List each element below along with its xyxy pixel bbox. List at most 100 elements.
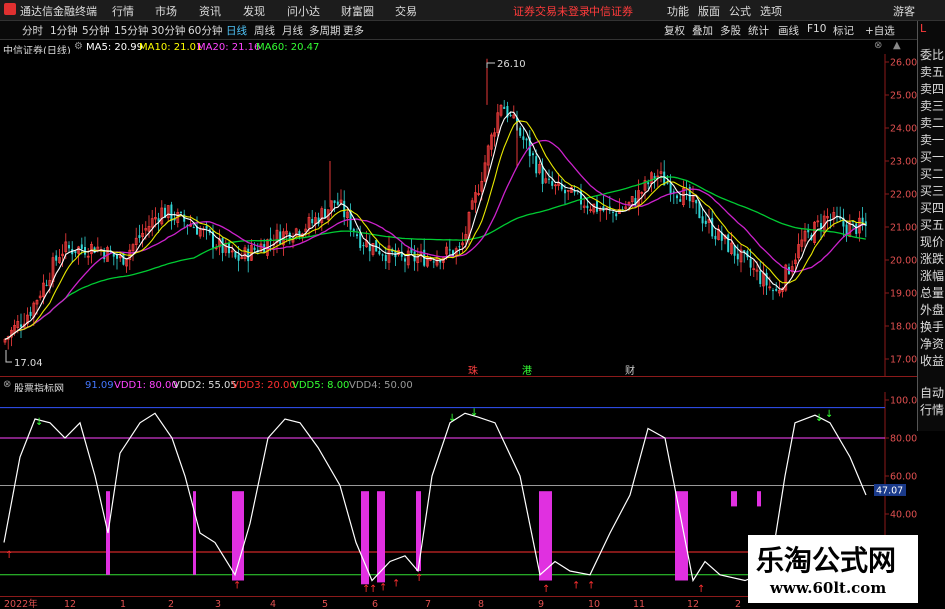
- watermark-title: 乐淘公式网: [756, 544, 897, 577]
- watermark-logo: 乐淘公式网 www.60lt.com: [748, 535, 918, 603]
- candle: [499, 103, 503, 118]
- event-marker-2[interactable]: 港: [522, 365, 532, 376]
- ma5-value: MA5: 20.99: [86, 42, 144, 53]
- price-tick: 22.00: [890, 190, 917, 201]
- tool-add-watchlist[interactable]: +自选: [865, 23, 895, 38]
- tab-daily[interactable]: 日线: [226, 23, 247, 38]
- panel-item-change[interactable]: 涨跌: [920, 253, 945, 265]
- ma60-value: MA60: 20.47: [256, 42, 320, 53]
- tab-1min[interactable]: 1分钟: [50, 23, 78, 38]
- panel-item-change-pct[interactable]: 涨幅: [920, 270, 945, 282]
- price-tick: 19.00: [890, 289, 917, 300]
- x-label-8: 8: [478, 599, 484, 609]
- panel-item-earnings[interactable]: 收益: [920, 355, 945, 367]
- panel-item-bid-ratio[interactable]: 委比: [920, 49, 945, 61]
- collapse-icon[interactable]: ▲: [893, 40, 901, 51]
- menu-function[interactable]: 功能: [667, 3, 689, 19]
- sell-arrow: ↓: [825, 409, 833, 420]
- menu-market-quotes[interactable]: 行情: [112, 3, 134, 19]
- ma20-value: MA20: 21.16: [197, 42, 261, 53]
- x-label-3: 3: [215, 599, 221, 609]
- x-label-2: 2: [168, 599, 174, 609]
- menu-ask[interactable]: 问小达: [287, 3, 320, 19]
- menu-wealth[interactable]: 财富圈: [341, 3, 374, 19]
- panel-item-ask1[interactable]: 卖一: [920, 134, 945, 146]
- sell-arrow: ↓: [35, 417, 43, 428]
- buy-arrow: ↑: [587, 580, 595, 591]
- current-value: 47.07: [876, 486, 903, 497]
- panel-item-turnover[interactable]: 换手: [920, 321, 945, 333]
- tab-monthly[interactable]: 月线: [282, 23, 303, 38]
- panel-quote[interactable]: 行情: [920, 404, 945, 416]
- panel-item-bid5[interactable]: 买五: [920, 219, 945, 231]
- tab-timeshare[interactable]: 分时: [22, 23, 43, 38]
- menu-news[interactable]: 资讯: [199, 3, 221, 19]
- panel-item-ask2[interactable]: 卖二: [920, 117, 945, 129]
- panel-item-bid3[interactable]: 买三: [920, 185, 945, 197]
- tab-multi-period[interactable]: 多周期: [309, 23, 341, 38]
- close-icon[interactable]: ⊗: [874, 40, 882, 51]
- buy-arrow: ↑: [392, 579, 400, 590]
- tool-restore-rights[interactable]: 复权: [664, 23, 685, 38]
- tab-60min[interactable]: 60分钟: [188, 23, 222, 38]
- panel-item-ask3[interactable]: 卖三: [920, 100, 945, 112]
- panel-item-ask5[interactable]: 卖五: [920, 66, 945, 78]
- login-notice[interactable]: 证券交易未登录: [513, 3, 590, 19]
- indicator-tick: 40.00: [890, 510, 917, 521]
- sell-arrow: ↓: [470, 407, 478, 418]
- menu-options[interactable]: 选项: [760, 3, 782, 19]
- period-tab-bar: 分时 1分钟 5分钟 15分钟 30分钟 60分钟 日线 周线 月线 多周期 更…: [0, 21, 945, 40]
- panel-item-bid2[interactable]: 买二: [920, 168, 945, 180]
- app-title: 通达信金融终端: [20, 5, 97, 18]
- signal-bar: [731, 491, 737, 507]
- guest-label[interactable]: 游客: [893, 3, 915, 19]
- price-tick: 21.00: [890, 223, 917, 234]
- menu-discover[interactable]: 发现: [243, 3, 265, 19]
- indicator-vdd1: VDD1: 80.00: [114, 380, 178, 391]
- panel-item-price[interactable]: 现价: [920, 236, 945, 248]
- tab-more[interactable]: 更多: [343, 23, 364, 38]
- panel-item-bid1[interactable]: 买一: [920, 151, 945, 163]
- event-marker-3[interactable]: 财: [625, 364, 635, 376]
- x-label-10: 10: [588, 599, 600, 609]
- candlestick-chart[interactable]: 26.00 25.00 24.00 23.00 22.00 21.00 20.00 19.00…: [0, 54, 917, 376]
- menu-formula[interactable]: 公式: [729, 3, 751, 19]
- tool-statistics[interactable]: 统计: [748, 23, 769, 38]
- menu-trade[interactable]: 交易: [395, 3, 417, 19]
- watermark-url: www.60lt.com: [770, 579, 887, 597]
- tool-overlay[interactable]: 叠加: [692, 23, 713, 38]
- indicator-v0: 91.09: [85, 380, 114, 391]
- price-tick: 23.00: [890, 157, 917, 168]
- tool-f10[interactable]: F10: [807, 23, 826, 35]
- event-marker-1[interactable]: 珠: [468, 364, 478, 376]
- panel-item-net-assets[interactable]: 净资: [920, 338, 945, 350]
- panel-item-outer-volume[interactable]: 外盘: [920, 304, 945, 316]
- settings-icon[interactable]: ⚙: [74, 41, 83, 52]
- indicator-icon[interactable]: ⊗: [3, 379, 11, 390]
- buy-arrow: ↑: [233, 580, 241, 591]
- indicator-tick: 80.00: [890, 434, 917, 445]
- tool-mark[interactable]: 标记: [833, 23, 854, 38]
- panel-item-volume[interactable]: 总量: [920, 287, 945, 299]
- menu-layout[interactable]: 版面: [698, 3, 720, 19]
- signal-bar: [675, 491, 688, 581]
- x-label-4: 4: [270, 599, 276, 609]
- panel-item-bid4[interactable]: 买四: [920, 202, 945, 214]
- tab-30min[interactable]: 30分钟: [151, 23, 185, 38]
- menu-market[interactable]: 市场: [155, 3, 177, 19]
- buy-arrow: ↑: [369, 584, 377, 595]
- tab-weekly[interactable]: 周线: [254, 23, 275, 38]
- buy-arrow: ↑: [542, 584, 550, 595]
- tab-15min[interactable]: 15分钟: [114, 23, 148, 38]
- tool-multi-stock[interactable]: 多股: [720, 23, 741, 38]
- tool-draw[interactable]: 画线: [778, 23, 799, 38]
- candle: [727, 233, 730, 253]
- panel-auto[interactable]: 自动: [920, 387, 945, 399]
- tab-5min[interactable]: 5分钟: [82, 23, 110, 38]
- title-bar: 通达信金融终端 行情 市场 资讯 发现 问小达 财富圈 交易 证券交易未登录 中…: [0, 0, 945, 21]
- mode-label[interactable]: L: [920, 23, 945, 35]
- quote-side-panel: L 委比 卖五 卖四 卖三 卖二 卖一 买一 买二 买三 买四 买五 现价 涨跌…: [917, 21, 945, 431]
- main-chart-legend: 中信证券(日线) ⚙ MA5: 20.99 MA10: 21.01 MA20: …: [0, 40, 915, 57]
- panel-item-ask4[interactable]: 卖四: [920, 83, 945, 95]
- x-label-9: 9: [538, 599, 544, 609]
